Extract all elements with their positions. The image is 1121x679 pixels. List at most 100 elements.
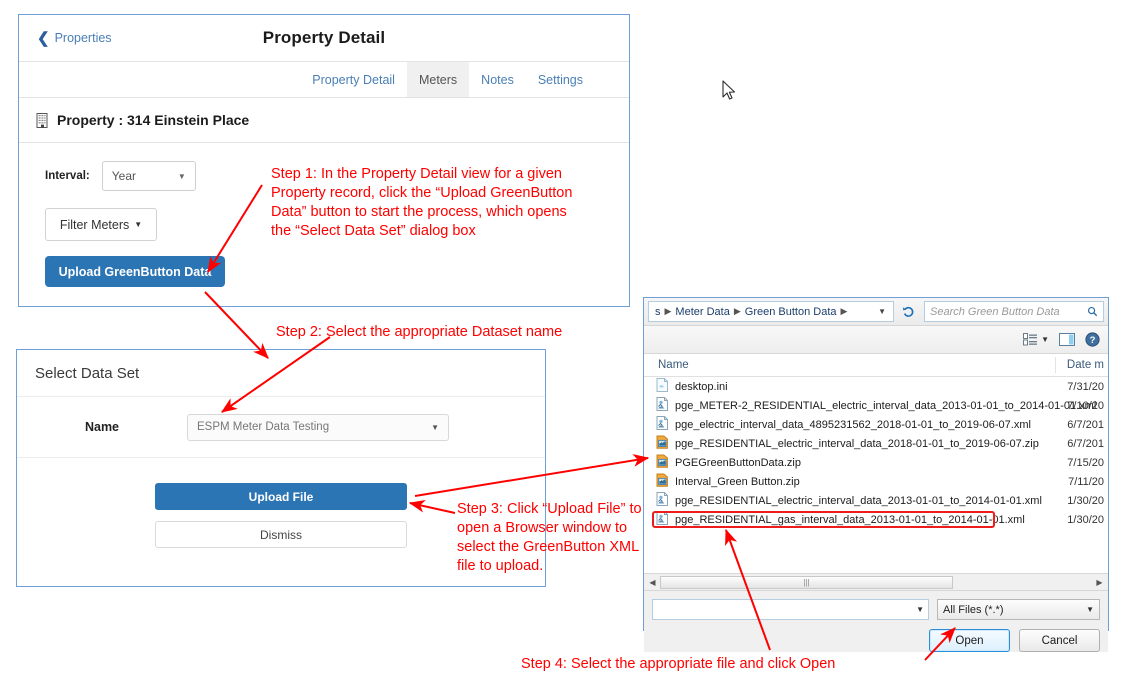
file-list-row[interactable]: Interval_Green Button.zip 7/11/20 (644, 472, 1108, 491)
column-divider (1055, 357, 1056, 373)
file-list-row[interactable]: pge_METER-2_RESIDENTIAL_electric_interva… (644, 396, 1108, 415)
filter-meters-button[interactable]: Filter Meters ▼ (45, 208, 157, 241)
tab-settings[interactable]: Settings (526, 62, 595, 97)
property-subject-label: Property : 314 Einstein Place (57, 112, 250, 128)
file-dialog-address-bar: s ▶ Meter Data ▶ Green Button Data ▶ ▼ S… (644, 298, 1108, 326)
file-name-label: pge_RESIDENTIAL_gas_interval_data_2013-0… (675, 513, 1025, 526)
tab-property-detail[interactable]: Property Detail (300, 62, 407, 97)
file-name-input[interactable]: ▼ (652, 599, 929, 620)
file-name-label: PGEGreenButtonData.zip (675, 456, 801, 469)
xml-file-icon (656, 416, 669, 433)
property-detail-panel: ❮ Properties Property Detail Property De… (18, 14, 630, 307)
xml-file-icon (656, 511, 669, 528)
file-date-label: 7/15/20 (1067, 456, 1104, 469)
mouse-cursor-icon (722, 80, 736, 100)
column-header-name[interactable]: Name (658, 359, 689, 371)
chevron-down-icon: ▼ (431, 422, 439, 432)
tab-meters[interactable]: Meters (406, 62, 470, 97)
file-name-label: Interval_Green Button.zip (675, 475, 800, 488)
file-list-row[interactable]: PGEGreenButtonData.zip 7/15/20 (644, 453, 1108, 472)
file-list[interactable]: desktop.ini 7/31/20 pge_METER-2_RESIDENTIA… (644, 377, 1108, 574)
annotation-step-2: Step 2: Select the appropriate Dataset n… (276, 324, 563, 340)
search-placeholder: Search Green Button Data (930, 305, 1060, 318)
xml-file-icon (656, 397, 669, 414)
breadcrumb-item-1[interactable]: Meter Data (673, 306, 731, 318)
file-list-row[interactable]: pge_RESIDENTIAL_electric_interval_data_2… (644, 491, 1108, 510)
upload-greenbutton-data-button[interactable]: Upload GreenButton Data (45, 256, 225, 287)
dialog-title: Select Data Set (35, 364, 140, 382)
interval-select[interactable]: Year ▼ (101, 161, 196, 191)
file-list-row[interactable]: pge_RESIDENTIAL_gas_interval_data_2013-0… (644, 510, 1108, 529)
breadcrumb-separator-icon: ▶ (664, 306, 672, 316)
select-data-set-header: Select Data Set (17, 350, 545, 397)
refresh-icon[interactable] (897, 300, 921, 323)
file-open-dialog: s ▶ Meter Data ▶ Green Button Data ▶ ▼ S… (643, 297, 1109, 652)
breadcrumb-item-2[interactable]: Green Button Data (743, 306, 839, 318)
file-date-label: 7/31/20 (1067, 380, 1104, 393)
annotation-step-1: Step 1: In the Property Detail view for … (271, 166, 573, 239)
chevron-down-icon: ▼ (134, 220, 143, 229)
dataset-name-row: Name ESPM Meter Data Testing ▼ (17, 397, 545, 458)
column-header-date[interactable]: Date m (1067, 359, 1104, 371)
filter-meters-label: Filter Meters (59, 217, 130, 232)
help-icon: ? (1085, 332, 1100, 347)
file-name-label: pge_METER-2_RESIDENTIAL_electric_interva… (675, 399, 1097, 412)
chevron-down-icon: ▼ (1041, 335, 1049, 344)
file-list-row[interactable]: desktop.ini 7/31/20 (644, 377, 1108, 396)
file-dialog-footer: ▼ All Files (*.*) ▼ Open Cancel (644, 591, 1108, 652)
file-date-label: 6/7/201 (1067, 437, 1104, 450)
file-date-label: 1/30/20 (1067, 513, 1104, 526)
zip-file-icon (656, 473, 669, 490)
upload-file-button[interactable]: Upload File (155, 483, 407, 510)
open-button[interactable]: Open (929, 629, 1010, 652)
breadcrumb-separator-icon: ▶ (840, 306, 848, 316)
interval-label: Interval: (45, 170, 90, 182)
zip-file-icon (656, 454, 669, 471)
file-date-label: 6/7/201 (1067, 418, 1104, 431)
scroll-right-icon[interactable]: ▶ (1092, 578, 1107, 587)
cancel-button[interactable]: Cancel (1019, 629, 1100, 652)
file-name-label: pge_electric_interval_data_4895231562_20… (675, 418, 1031, 431)
chevron-down-icon: ▼ (177, 171, 186, 181)
ini-file-icon (656, 378, 669, 395)
chevron-down-icon[interactable]: ▼ (916, 605, 924, 614)
horizontal-scrollbar[interactable]: ◀ ||| ▶ (644, 574, 1108, 591)
file-date-label: 1/30/20 (1067, 494, 1104, 507)
search-icon (1087, 306, 1098, 317)
search-input[interactable]: Search Green Button Data (924, 301, 1104, 322)
chevron-down-icon[interactable]: ▼ (878, 307, 889, 316)
zip-file-icon (656, 435, 669, 452)
file-list-row[interactable]: pge_RESIDENTIAL_electric_interval_data_2… (644, 434, 1108, 453)
svg-text:?: ? (1090, 335, 1096, 346)
chevron-down-icon: ▼ (1086, 605, 1094, 614)
preview-pane-icon (1059, 333, 1075, 346)
breadcrumb-item-0[interactable]: s (653, 306, 663, 318)
help-button[interactable]: ? (1085, 332, 1100, 347)
property-detail-tabs: Property Detail Meters Notes Settings (19, 62, 629, 98)
preview-pane-button[interactable] (1059, 333, 1075, 346)
annotation-step-3: Step 3: Click “Upload File” to open a Br… (457, 501, 642, 574)
breadcrumb[interactable]: s ▶ Meter Data ▶ Green Button Data ▶ ▼ (648, 301, 894, 322)
annotation-step-4: Step 4: Select the appropriate file and … (521, 656, 836, 672)
dataset-name-value: ESPM Meter Data Testing (197, 421, 330, 433)
tab-notes[interactable]: Notes (469, 62, 526, 97)
file-date-label: 7/10/20 (1067, 399, 1104, 412)
file-list-row[interactable]: pge_electric_interval_data_4895231562_20… (644, 415, 1108, 434)
scrollbar-thumb[interactable]: ||| (660, 575, 953, 589)
list-view-icon (1023, 333, 1038, 346)
scrollbar-track[interactable]: ||| (660, 575, 1092, 589)
breadcrumb-separator-icon: ▶ (733, 306, 741, 316)
building-icon (36, 112, 48, 128)
view-mode-button[interactable]: ▼ (1023, 333, 1049, 346)
dismiss-button[interactable]: Dismiss (155, 521, 407, 548)
page-title: Property Detail (262, 28, 386, 47)
file-name-label: pge_RESIDENTIAL_electric_interval_data_2… (675, 494, 1042, 507)
scroll-left-icon[interactable]: ◀ (645, 578, 660, 587)
file-dialog-toolbar: ▼ ? (644, 326, 1108, 354)
file-list-column-headers: Name Date m (644, 354, 1108, 377)
dataset-name-select[interactable]: ESPM Meter Data Testing ▼ (187, 413, 449, 441)
file-type-select[interactable]: All Files (*.*) ▼ (937, 599, 1100, 620)
file-type-value: All Files (*.*) (943, 603, 1004, 616)
property-subject-row: Property : 314 Einstein Place (19, 98, 629, 143)
file-name-label: desktop.ini (675, 380, 728, 393)
